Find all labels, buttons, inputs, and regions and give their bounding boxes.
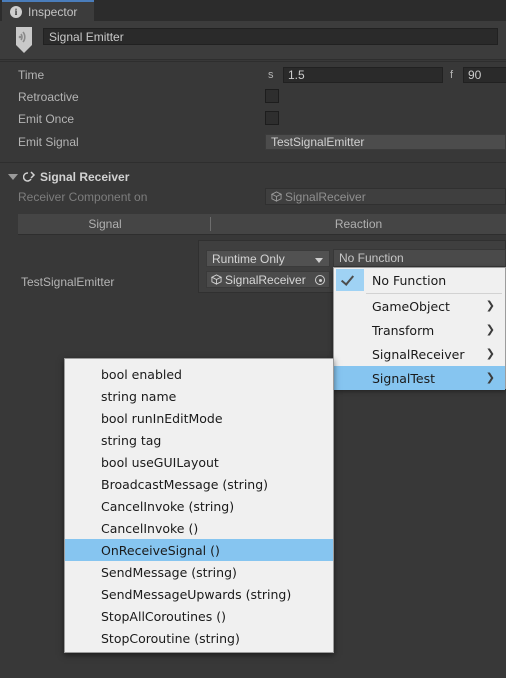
object-name-field[interactable]: Signal Emitter xyxy=(43,28,498,45)
menu-item-cancelinvoke-string[interactable]: CancelInvoke (string) xyxy=(65,495,333,517)
menu-item-label: SignalTest xyxy=(372,370,436,386)
time-frames-unit: f xyxy=(450,69,454,81)
runtime-mode-value: Runtime Only xyxy=(212,251,285,266)
time-frames-value: 90 xyxy=(468,68,482,82)
time-frames-input[interactable]: 90 xyxy=(463,67,506,83)
tab-inspector[interactable]: i Inspector xyxy=(2,0,94,21)
time-seconds-unit: s xyxy=(268,69,274,81)
column-header-signal: Signal xyxy=(88,217,122,231)
chevron-right-icon: ❯ xyxy=(485,347,495,360)
signal-receiver-section: Signal Receiver Receiver Component on Si… xyxy=(0,167,506,213)
cube-icon xyxy=(271,191,282,202)
signal-receiver-title: Signal Receiver xyxy=(40,170,130,184)
menu-item-string-tag[interactable]: string tag xyxy=(65,429,333,451)
inspector-window: i Inspector Signal Emitter Time s 1.5 f … xyxy=(0,0,506,678)
property-row-emit-once: Emit Once xyxy=(0,110,506,128)
function-dropdown-button[interactable]: No Function xyxy=(333,249,506,267)
chevron-down-icon xyxy=(315,258,323,263)
menu-item-label: SendMessageUpwards (string) xyxy=(101,586,292,602)
target-object-value: SignalReceiver xyxy=(225,272,306,287)
menu-item-string-name[interactable]: string name xyxy=(65,385,333,407)
time-seconds-input[interactable]: 1.5 xyxy=(283,67,443,83)
menu-item-signaltest[interactable]: SignalTest ❯ xyxy=(334,366,505,390)
function-dropdown-value: No Function xyxy=(339,251,404,265)
receiver-component-label: Receiver Component on xyxy=(18,190,148,204)
menu-item-sendmessageupwards[interactable]: SendMessageUpwards (string) xyxy=(65,583,333,605)
retroactive-label: Retroactive xyxy=(18,90,79,104)
time-seconds-value: 1.5 xyxy=(288,68,305,82)
object-picker-icon[interactable] xyxy=(315,275,325,285)
method-submenu: bool enabled string name bool runInEditM… xyxy=(64,358,334,653)
menu-item-bool-runineditmode[interactable]: bool runInEditMode xyxy=(65,407,333,429)
function-dropdown-menu: No Function GameObject ❯ Transform ❯ Sig… xyxy=(333,267,506,390)
menu-item-label: SignalReceiver xyxy=(372,346,465,362)
cube-icon xyxy=(211,274,222,285)
chevron-right-icon: ❯ xyxy=(485,323,495,336)
menu-item-label: No Function xyxy=(372,272,447,288)
signal-receiver-foldout[interactable]: Signal Receiver xyxy=(0,167,506,187)
menu-item-label: string tag xyxy=(101,432,162,448)
property-row-emit-signal: Emit Signal TestSignalEmitter xyxy=(0,133,506,151)
menu-item-label: CancelInvoke () xyxy=(101,520,199,536)
menu-item-label: bool enabled xyxy=(101,366,182,382)
menu-item-bool-usegui-layout[interactable]: bool useGUILayout xyxy=(65,451,333,473)
menu-item-label: BroadcastMessage (string) xyxy=(101,476,269,492)
menu-item-label: StopAllCoroutines () xyxy=(101,608,226,624)
signal-receiver-icon xyxy=(23,170,36,182)
emit-once-label: Emit Once xyxy=(18,112,75,126)
chevron-right-icon: ❯ xyxy=(485,299,495,312)
receiver-component-row: Receiver Component on SignalReceiver xyxy=(0,188,506,206)
menu-item-transform[interactable]: Transform ❯ xyxy=(334,318,505,342)
menu-item-label: Transform xyxy=(372,322,435,338)
menu-item-label: GameObject xyxy=(372,298,450,314)
receiver-component-field[interactable]: SignalReceiver xyxy=(265,188,506,205)
target-object-field[interactable]: SignalReceiver xyxy=(206,271,330,288)
menu-item-stopcoroutine[interactable]: StopCoroutine (string) xyxy=(65,627,333,649)
object-header: Signal Emitter xyxy=(0,21,506,60)
time-label: Time xyxy=(18,68,45,82)
menu-item-label: SendMessage (string) xyxy=(101,564,237,580)
menu-item-label: string name xyxy=(101,388,177,404)
chevron-right-icon: ❯ xyxy=(485,371,495,384)
signal-row-name: TestSignalEmitter xyxy=(21,275,115,289)
menu-item-label: bool runInEditMode xyxy=(101,410,223,426)
menu-item-cancelinvoke[interactable]: CancelInvoke () xyxy=(65,517,333,539)
property-row-time: Time s 1.5 f 90 xyxy=(0,66,506,84)
info-icon: i xyxy=(10,5,22,18)
menu-item-label: StopCoroutine (string) xyxy=(101,630,240,646)
menu-item-label: bool useGUILayout xyxy=(101,454,219,470)
column-header-reaction: Reaction xyxy=(334,217,383,231)
menu-item-signalreceiver[interactable]: SignalReceiver ❯ xyxy=(334,342,505,366)
menu-item-stopallcoroutines[interactable]: StopAllCoroutines () xyxy=(65,605,333,627)
menu-item-no-function[interactable]: No Function xyxy=(334,268,505,292)
signal-emitter-marker-icon xyxy=(16,27,32,53)
emit-signal-label: Emit Signal xyxy=(18,135,79,149)
runtime-mode-dropdown[interactable]: Runtime Only xyxy=(206,250,330,267)
emit-signal-value: TestSignalEmitter xyxy=(271,135,365,149)
tab-inspector-label: Inspector xyxy=(28,4,78,19)
retroactive-checkbox[interactable] xyxy=(265,89,279,103)
foldout-triangle-icon[interactable] xyxy=(8,174,18,180)
object-name-text: Signal Emitter xyxy=(49,29,124,44)
menu-item-broadcastmessage[interactable]: BroadcastMessage (string) xyxy=(65,473,333,495)
header-underline xyxy=(18,234,506,235)
tab-bar: i Inspector xyxy=(0,0,506,21)
menu-item-bool-enabled[interactable]: bool enabled xyxy=(65,363,333,385)
emit-signal-object-field[interactable]: TestSignalEmitter xyxy=(265,134,506,150)
properties-block: Time s 1.5 f 90 Retroactive Emit Once Em… xyxy=(0,61,506,163)
menu-item-sendmessage[interactable]: SendMessage (string) xyxy=(65,561,333,583)
menu-item-label: CancelInvoke (string) xyxy=(101,498,235,514)
property-row-retroactive: Retroactive xyxy=(0,88,506,106)
receiver-component-value: SignalReceiver xyxy=(285,189,366,204)
reaction-table-header: Signal Reaction xyxy=(18,214,506,234)
menu-item-label: OnReceiveSignal () xyxy=(101,542,220,558)
emit-once-checkbox[interactable] xyxy=(265,111,279,125)
menu-item-gameobject[interactable]: GameObject ❯ xyxy=(334,294,505,318)
menu-item-onreceivesignal[interactable]: OnReceiveSignal () xyxy=(65,539,333,561)
